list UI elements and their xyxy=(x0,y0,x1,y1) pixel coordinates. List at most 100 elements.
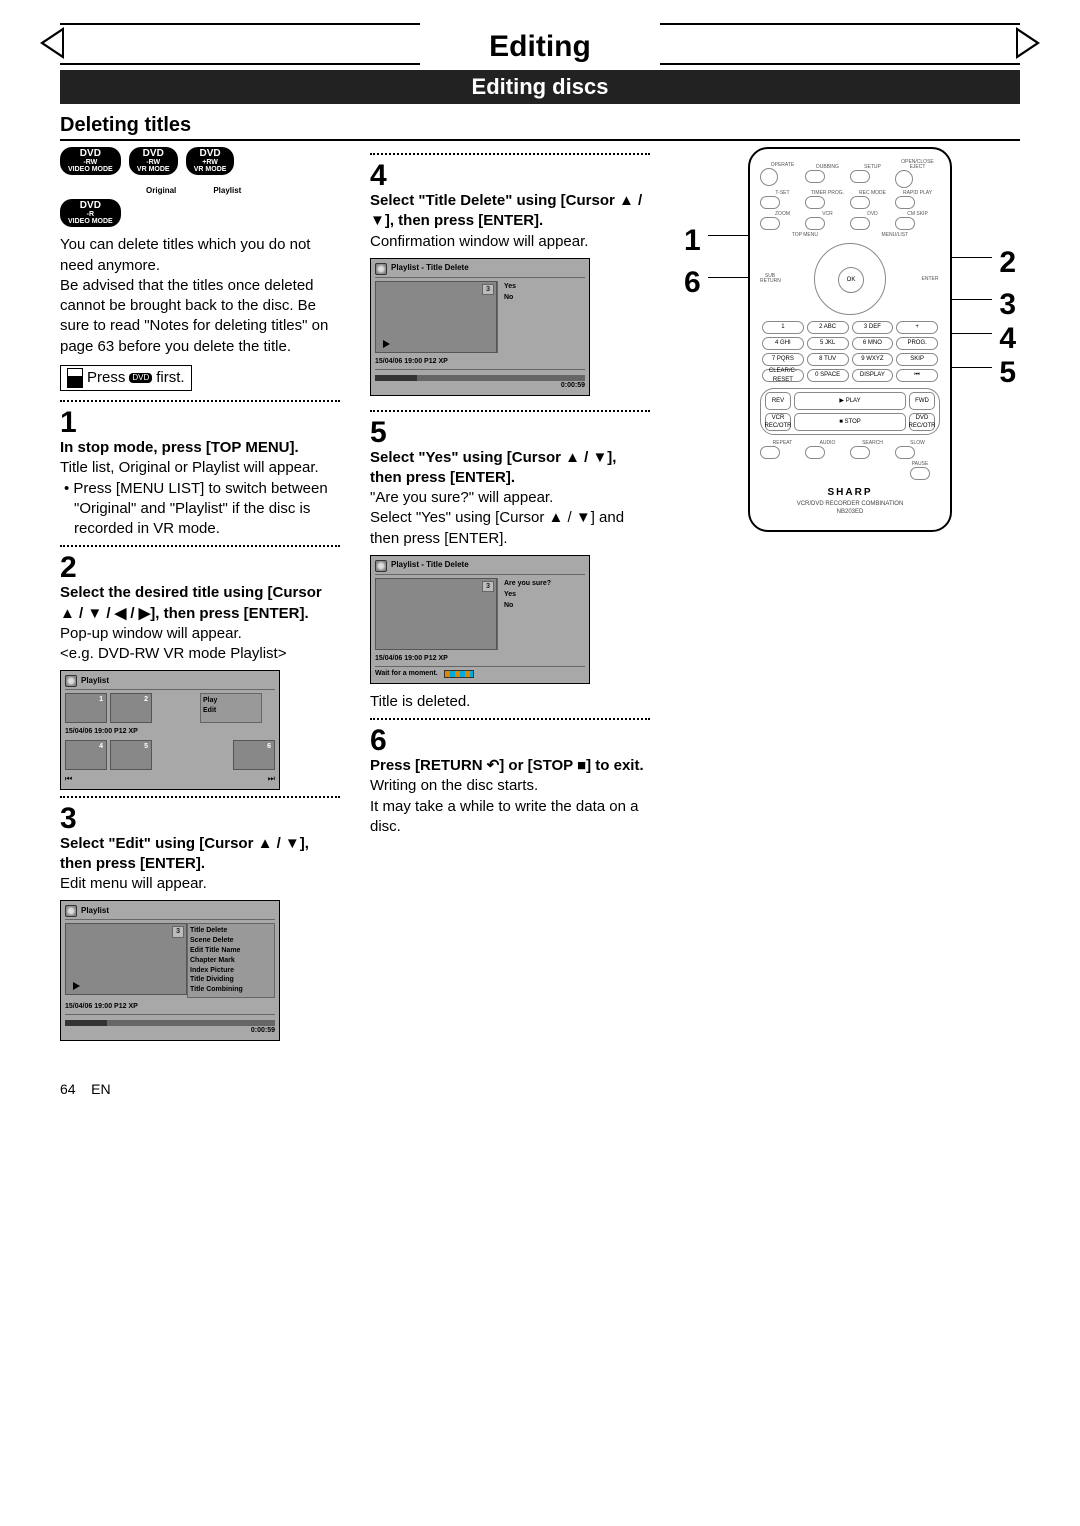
step-6-body: Writing on the disc starts. It may take … xyxy=(370,776,650,837)
brand-label: SHARP xyxy=(760,486,940,500)
num-0[interactable]: 0 SPACE xyxy=(807,369,849,382)
divider xyxy=(60,400,340,402)
skip-button[interactable]: SKIP xyxy=(896,353,938,366)
plus-button[interactable]: + xyxy=(896,321,938,334)
vcr-button[interactable] xyxy=(805,217,825,230)
thumb-2: 2 xyxy=(110,693,152,723)
enter-button[interactable]: OK xyxy=(838,267,864,293)
num-6[interactable]: 6 MNO xyxy=(852,337,894,350)
divider xyxy=(370,718,650,720)
subtitle-bar: Editing discs xyxy=(60,70,1020,104)
wait-text: Wait for a moment. xyxy=(375,669,438,678)
return-label: SUB RETURN xyxy=(760,274,780,284)
num-2[interactable]: 2 ABC xyxy=(807,321,849,334)
stop-button[interactable]: ■ STOP xyxy=(794,413,906,431)
tset-button[interactable] xyxy=(760,196,780,209)
step-4-body: Confirmation window will appear. xyxy=(370,232,650,252)
step-4-number: 4 xyxy=(370,161,650,191)
pause-button[interactable] xyxy=(910,467,930,480)
disc-icon xyxy=(375,263,387,275)
thumb-6: 6 xyxy=(233,740,275,770)
step-5-body-2: Select "Yes" using [Cursor ▲ / ▼] and th… xyxy=(370,508,650,549)
setup-button[interactable] xyxy=(850,170,870,183)
thumb-5: 5 xyxy=(110,740,152,770)
intro-text-1: You can delete titles which you do not n… xyxy=(60,235,340,276)
disc-icon xyxy=(375,560,387,572)
badge-dvd-rw-video: DVD-RWVIDEO MODE xyxy=(60,147,121,175)
zoom-button[interactable] xyxy=(760,217,780,230)
rev-button[interactable]: REV xyxy=(765,392,791,410)
disc-icon xyxy=(65,905,77,917)
repeat-button[interactable] xyxy=(760,446,780,459)
num-3[interactable]: 3 DEF xyxy=(852,321,894,334)
page-lang: EN xyxy=(91,1081,110,1097)
column-2: 4 Select "Title Delete" using [Cursor ▲ … xyxy=(370,147,650,1041)
cm-skip-button[interactable] xyxy=(895,217,915,230)
osd-info: 15/04/06 19:00 P12 XP xyxy=(375,357,585,366)
slow-button[interactable] xyxy=(895,446,915,459)
osd-edit-menu: Playlist 3 Title Delete Scene Delete Edi… xyxy=(60,900,280,1040)
search-button[interactable] xyxy=(850,446,870,459)
dvd-rec-button[interactable]: DVD REC/OTR xyxy=(909,413,935,431)
num-5[interactable]: 5 JKL xyxy=(807,337,849,350)
menu-list-label: MENU/LIST xyxy=(882,233,909,238)
remote-control: OPERATE DUBBING SETUP OPEN/CLOSE EJECT T… xyxy=(748,147,952,532)
num-7[interactable]: 7 PQRS xyxy=(762,353,804,366)
dvd-button[interactable] xyxy=(850,217,870,230)
step-1-bullet: • Press [MENU LIST] to switch between "O… xyxy=(60,479,340,540)
remote-glyph-icon xyxy=(67,368,83,388)
step-3-number: 3 xyxy=(60,804,340,834)
disc-icon xyxy=(65,675,77,687)
badge-caption-playlist: Playlist xyxy=(196,186,258,197)
osd-playlist-thumbs: Playlist 1 2 Play Edit 15/04/06 19:00 P1… xyxy=(60,670,280,789)
column-1: DVD-RWVIDEO MODE DVD-RWVR MODE DVD+RWVR … xyxy=(60,147,340,1041)
step-2-body: Pop-up window will appear. xyxy=(60,624,340,644)
step-1-body: Title list, Original or Playlist will ap… xyxy=(60,458,340,478)
operate-button[interactable] xyxy=(760,168,778,186)
prog-button[interactable]: PROG. xyxy=(896,337,938,350)
section-heading: Deleting titles xyxy=(60,114,1020,141)
timer-prog-button[interactable] xyxy=(805,196,825,209)
callout-1: 1 xyxy=(684,221,701,262)
intro-text-2: Be advised that the titles once deleted … xyxy=(60,276,340,357)
play-icon xyxy=(73,982,80,990)
eject-button[interactable] xyxy=(895,170,913,188)
step-6-number: 6 xyxy=(370,726,650,756)
play-button[interactable]: ▶ PLAY xyxy=(794,392,906,410)
display-button[interactable]: DISPLAY xyxy=(852,369,894,382)
step-3-body: Edit menu will appear. xyxy=(60,874,340,894)
osd-preview: 3 xyxy=(375,578,497,650)
clear-button[interactable]: CLEAR/C-RESET xyxy=(762,369,804,382)
num-9[interactable]: 9 WXYZ xyxy=(852,353,894,366)
divider xyxy=(60,545,340,547)
badge-dvd-rw-vr-original: DVD-RWVR MODE xyxy=(129,147,178,175)
rec-mode-button[interactable] xyxy=(850,196,870,209)
num-1[interactable]: 1 xyxy=(762,321,804,334)
badge-dvd-plus-rw-playlist: DVD+RWVR MODE xyxy=(186,147,235,175)
vcr-rec-button[interactable]: VCR REC/OTR xyxy=(765,413,791,431)
dubbing-button[interactable] xyxy=(805,170,825,183)
num-8[interactable]: 8 TUV xyxy=(807,353,849,366)
thumb-popup: Play Edit xyxy=(200,693,262,723)
fwd-button[interactable]: FWD xyxy=(909,392,935,410)
spinner-icon xyxy=(444,670,474,678)
brand-sub-2: NB203ED xyxy=(760,508,940,516)
step-1-number: 1 xyxy=(60,408,340,438)
thumb-4: 4 xyxy=(65,740,107,770)
confirm-options: Yes No xyxy=(497,281,585,353)
osd-preview: 3 xyxy=(65,923,187,995)
page: Editing Editing discs Deleting titles DV… xyxy=(0,0,1080,1137)
top-menu-label: TOP MENU xyxy=(792,233,818,238)
audio-button[interactable] xyxy=(805,446,825,459)
callout-5: 5 xyxy=(999,353,1016,394)
press-dvd-first: Press DVD first. xyxy=(60,365,192,391)
step-5-body-1: "Are you sure?" will appear. xyxy=(370,488,650,508)
dpad[interactable]: OK xyxy=(814,243,886,315)
next-page-icon: ⏭ xyxy=(268,774,275,785)
prev-page-icon: ⏮ xyxy=(65,774,72,785)
step-5-heading: Select "Yes" using [Cursor ▲ / ▼], then … xyxy=(370,448,650,489)
num-4[interactable]: 4 GHI xyxy=(762,337,804,350)
skip-prev-button[interactable]: ⏮ xyxy=(896,369,938,382)
badge-caption-original: Original xyxy=(130,186,192,197)
rapid-play-button[interactable] xyxy=(895,196,915,209)
